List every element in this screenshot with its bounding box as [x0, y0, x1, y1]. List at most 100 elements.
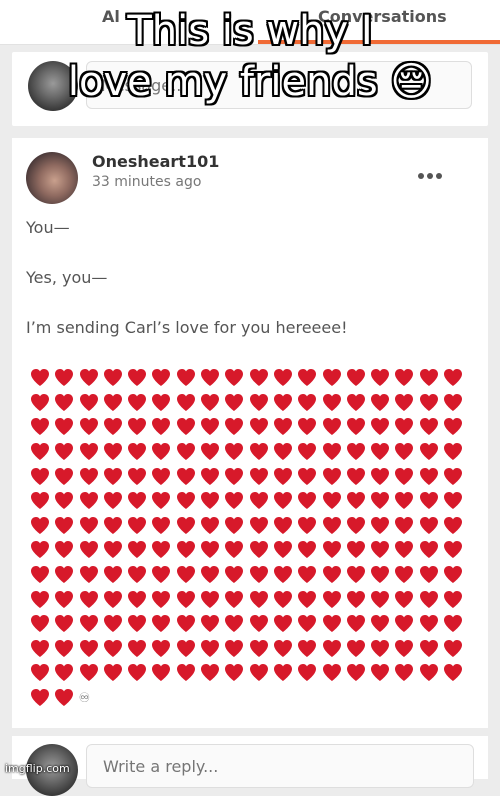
red-heart-icon [295, 663, 319, 683]
red-heart-icon [174, 417, 198, 437]
red-heart-icon [77, 368, 101, 388]
red-heart-icon [271, 590, 295, 610]
red-heart-icon [271, 467, 295, 487]
heart-row [28, 612, 468, 637]
red-heart-icon [392, 417, 416, 437]
red-heart-icon [198, 491, 222, 511]
heart-row [28, 637, 468, 662]
red-heart-icon [174, 565, 198, 585]
red-heart-icon [222, 590, 246, 610]
red-heart-icon [198, 467, 222, 487]
red-heart-icon [344, 467, 368, 487]
red-heart-icon [392, 614, 416, 634]
red-heart-icon [174, 614, 198, 634]
red-heart-icon [222, 540, 246, 560]
post-timestamp: 33 minutes ago [92, 174, 202, 190]
red-heart-icon [344, 368, 368, 388]
red-heart-icon [271, 491, 295, 511]
red-heart-icon [149, 491, 173, 511]
red-heart-icon [125, 614, 149, 634]
red-heart-icon [198, 393, 222, 413]
red-heart-icon [77, 540, 101, 560]
red-heart-icon [368, 442, 392, 462]
red-heart-icon [101, 368, 125, 388]
red-heart-icon [149, 590, 173, 610]
red-heart-icon [441, 663, 465, 683]
red-heart-icon [101, 516, 125, 536]
red-heart-icon [247, 417, 271, 437]
red-heart-icon [222, 491, 246, 511]
red-heart-icon [222, 417, 246, 437]
red-heart-icon [417, 639, 441, 659]
red-heart-icon [320, 639, 344, 659]
red-heart-icon [198, 565, 222, 585]
red-heart-icon [441, 614, 465, 634]
red-heart-icon [52, 393, 76, 413]
red-heart-icon [52, 516, 76, 536]
red-heart-icon [174, 467, 198, 487]
red-heart-icon [125, 368, 149, 388]
red-heart-icon [52, 442, 76, 462]
red-heart-icon [320, 590, 344, 610]
red-heart-icon [198, 442, 222, 462]
red-heart-icon [247, 368, 271, 388]
red-heart-icon [174, 540, 198, 560]
heart-row [28, 415, 468, 440]
red-heart-icon [28, 393, 52, 413]
heart-row [28, 489, 468, 514]
red-heart-icon [295, 467, 319, 487]
red-heart-icon [295, 417, 319, 437]
tab-all[interactable]: Al [102, 7, 120, 26]
red-heart-icon [28, 639, 52, 659]
red-heart-icon [368, 590, 392, 610]
red-heart-icon [125, 639, 149, 659]
heart-row [28, 661, 468, 686]
more-options-button[interactable] [418, 164, 448, 182]
reply-input[interactable] [86, 744, 474, 788]
red-heart-icon [174, 516, 198, 536]
red-heart-icon [392, 491, 416, 511]
red-heart-icon [125, 540, 149, 560]
red-heart-icon [149, 663, 173, 683]
red-heart-icon [101, 467, 125, 487]
red-heart-icon [52, 688, 76, 708]
red-heart-icon [174, 639, 198, 659]
post-username[interactable]: Onesheart101 [92, 152, 219, 171]
avatar[interactable] [28, 61, 78, 111]
red-heart-icon [417, 565, 441, 585]
message-input[interactable] [86, 61, 472, 109]
heart-row [28, 391, 468, 416]
red-heart-icon [247, 442, 271, 462]
red-heart-icon [222, 442, 246, 462]
tab-conversations[interactable]: Conversations [318, 7, 447, 26]
red-heart-icon [149, 614, 173, 634]
red-heart-icon [198, 516, 222, 536]
red-heart-icon [344, 663, 368, 683]
red-heart-icon [368, 639, 392, 659]
red-heart-icon [52, 639, 76, 659]
red-heart-icon [125, 565, 149, 585]
red-heart-icon [52, 590, 76, 610]
red-heart-icon [52, 491, 76, 511]
red-heart-icon [417, 393, 441, 413]
red-heart-icon [198, 614, 222, 634]
red-heart-icon [271, 565, 295, 585]
red-heart-icon [222, 393, 246, 413]
red-heart-icon [392, 590, 416, 610]
red-heart-icon [368, 663, 392, 683]
red-heart-icon [320, 417, 344, 437]
red-heart-icon [344, 393, 368, 413]
red-heart-icon [174, 393, 198, 413]
red-heart-icon [320, 393, 344, 413]
red-heart-icon [174, 590, 198, 610]
red-heart-icon [417, 540, 441, 560]
red-heart-icon [368, 540, 392, 560]
red-heart-icon [417, 417, 441, 437]
avatar[interactable] [26, 152, 78, 204]
red-heart-icon [247, 614, 271, 634]
red-heart-icon [28, 516, 52, 536]
heart-row [28, 538, 468, 563]
red-heart-icon [28, 614, 52, 634]
heart-row [28, 464, 468, 489]
red-heart-icon [247, 516, 271, 536]
